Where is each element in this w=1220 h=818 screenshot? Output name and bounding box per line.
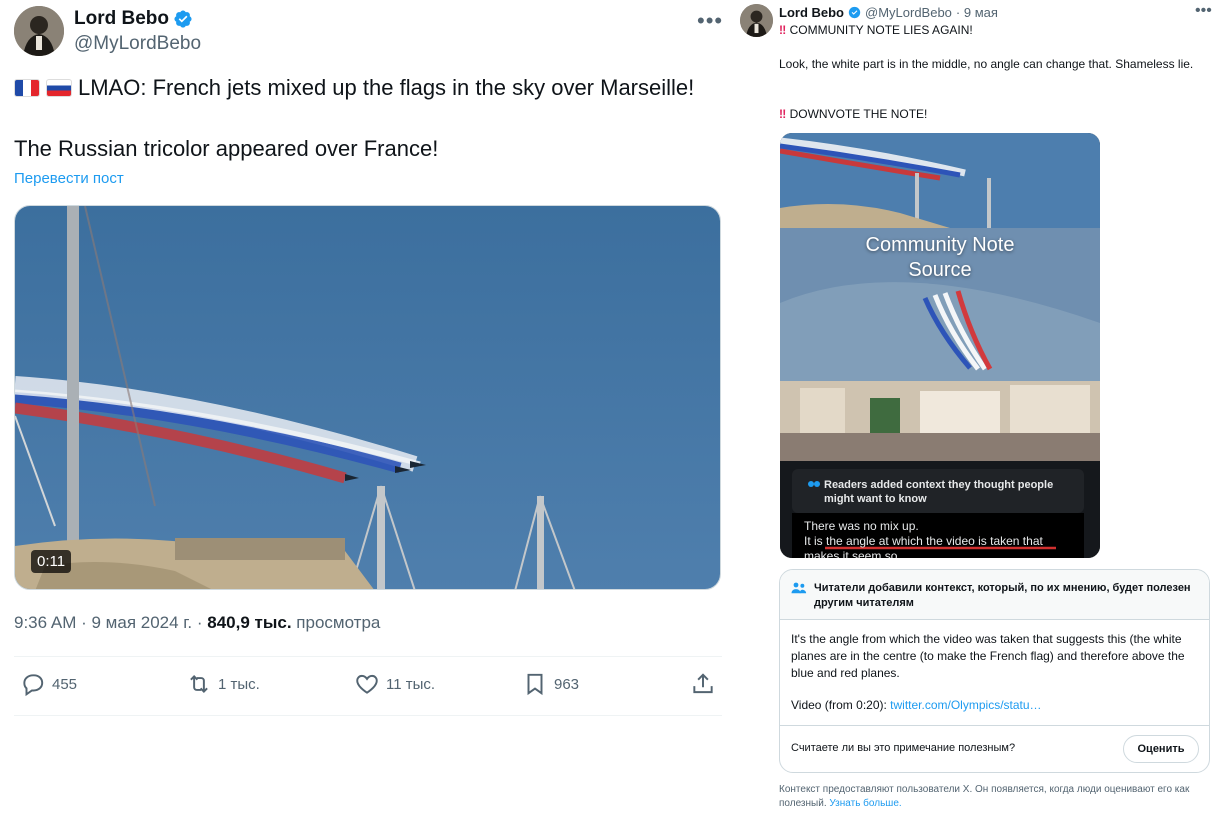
quoted-line2: Look, the white part is in the middle, n… xyxy=(779,57,1194,71)
collage-title-line1: Community Note xyxy=(865,234,1015,256)
collage-title: Community Note Source xyxy=(780,233,1100,283)
collage-title-line2: Source xyxy=(908,259,972,281)
quoted-author-avatar[interactable] xyxy=(740,4,773,37)
tweet-time[interactable]: 9:36 AM xyxy=(14,613,76,632)
main-tweet: Lord Bebo @MyLordBebo ••• LMAO: French j… xyxy=(0,0,735,818)
meta-separator: · xyxy=(81,613,92,632)
double-exclamation-icon: ‼ xyxy=(779,107,787,121)
france-flag-icon xyxy=(14,79,40,97)
author-name-row[interactable]: Lord Bebo xyxy=(74,8,193,30)
share-icon xyxy=(693,673,713,694)
tweet-meta: 9:36 AM · 9 мая 2024 г. · 840,9 тыс. про… xyxy=(14,613,380,633)
jets-video-frame xyxy=(15,206,720,589)
translate-link[interactable]: Перевести пост xyxy=(14,170,124,187)
learn-more-link[interactable]: Узнать больше. xyxy=(829,798,901,809)
tweet-text-line2: The Russian tricolor appeared over Franc… xyxy=(14,136,439,161)
quoted-header: Lord Bebo @MyLordBebo · 9 мая xyxy=(779,5,998,20)
video-duration: 0:11 xyxy=(31,550,72,573)
people-icon xyxy=(791,582,807,594)
collage-note-line1: There was no mix up. xyxy=(804,519,919,533)
meta-separator: · xyxy=(196,613,208,632)
note-disclaimer: Контекст предоставляют пользователи X. О… xyxy=(779,783,1209,811)
note-video-link[interactable]: twitter.com/Olympics/statu… xyxy=(890,698,1041,712)
reply-count: 455 xyxy=(52,675,78,693)
note-video-label: Video (from 0:20): xyxy=(791,698,887,712)
author-handle[interactable]: @MyLordBebo xyxy=(74,33,201,55)
repost-icon xyxy=(190,675,208,693)
bookmark-icon xyxy=(527,673,543,696)
collage-note-line2-underlined: the angle at which the video is taken th… xyxy=(826,534,1043,548)
verified-badge-icon xyxy=(848,6,861,19)
helpful-question: Считаете ли вы это примечание полезным? xyxy=(791,742,1016,754)
more-options-icon[interactable]: ••• xyxy=(697,8,723,34)
collage-note-line2-prefix: It is xyxy=(804,534,827,548)
author-name[interactable]: Lord Bebo xyxy=(74,8,169,30)
community-note-title: Читатели добавили контекст, который, по … xyxy=(814,582,1191,609)
quoted-line3-text: DOWNVOTE THE NOTE! xyxy=(789,107,928,121)
quoted-line3: ‼ DOWNVOTE THE NOTE! xyxy=(779,106,927,122)
bookmark-button[interactable]: 963 xyxy=(522,671,579,697)
tweet-date[interactable]: 9 мая 2024 г. xyxy=(92,613,193,632)
bookmark-count: 963 xyxy=(554,675,580,693)
quoted-more-icon[interactable]: ••• xyxy=(1195,2,1212,20)
quoted-tweet: Lord Bebo @MyLordBebo · 9 мая ••• ‼ COMM… xyxy=(735,0,1220,818)
collage-note-line3: makes it seem so xyxy=(804,549,898,558)
like-count: 11 тыс. xyxy=(386,675,436,693)
views-count: 840,9 тыс. xyxy=(207,613,292,632)
repost-count: 1 тыс. xyxy=(218,675,260,693)
heart-icon xyxy=(356,674,378,694)
double-exclamation-icon: ‼ xyxy=(779,23,787,37)
quoted-line1-text: COMMUNITY NOTE LIES AGAIN! xyxy=(789,23,973,37)
community-note-body: It's the angle from which the video was … xyxy=(791,632,1185,680)
note-separator xyxy=(780,725,1209,726)
share-button[interactable] xyxy=(690,671,716,697)
quoted-date[interactable]: · 9 мая xyxy=(956,5,998,20)
tweet-video[interactable]: 0:11 xyxy=(14,205,721,590)
tweet-actions: 455 1 тыс. 11 тыс. 963 xyxy=(14,671,722,703)
community-note-source: Video (from 0:20): twitter.com/Olympics/… xyxy=(791,698,1042,712)
quoted-image[interactable]: Community Note Source Readers added cont… xyxy=(780,133,1100,558)
views-label: просмотра xyxy=(296,613,381,632)
community-note-header: Читатели добавили контекст, который, по … xyxy=(780,570,1209,620)
community-note-card: Читатели добавили контекст, который, по … xyxy=(779,569,1210,773)
quoted-line1: ‼ COMMUNITY NOTE LIES AGAIN! xyxy=(779,22,973,38)
quoted-author-handle[interactable]: @MyLordBebo xyxy=(865,5,952,20)
reply-icon xyxy=(23,674,44,697)
rate-button[interactable]: Оценить xyxy=(1123,735,1199,763)
collage-note-text: There was no mix up. It is the angle at … xyxy=(804,519,1094,558)
tweet-text-line1: LMAO: French jets mixed up the flags in … xyxy=(14,75,694,101)
like-button[interactable]: 11 тыс. xyxy=(354,671,435,697)
repost-button[interactable]: 1 тыс. xyxy=(186,671,260,697)
author-avatar[interactable] xyxy=(14,6,64,56)
quoted-author-name[interactable]: Lord Bebo xyxy=(779,5,844,20)
divider-bottom xyxy=(14,715,722,716)
collage-note-line2: It is the angle at which the video is ta… xyxy=(804,534,1094,549)
tweet-text-main: LMAO: French jets mixed up the flags in … xyxy=(78,75,695,100)
russia-flag-icon xyxy=(46,79,72,97)
reply-button[interactable]: 455 xyxy=(20,671,77,697)
divider-top xyxy=(14,656,722,657)
collage-note-header: Readers added context they thought peopl… xyxy=(824,479,1054,505)
verified-badge-icon xyxy=(174,10,192,28)
